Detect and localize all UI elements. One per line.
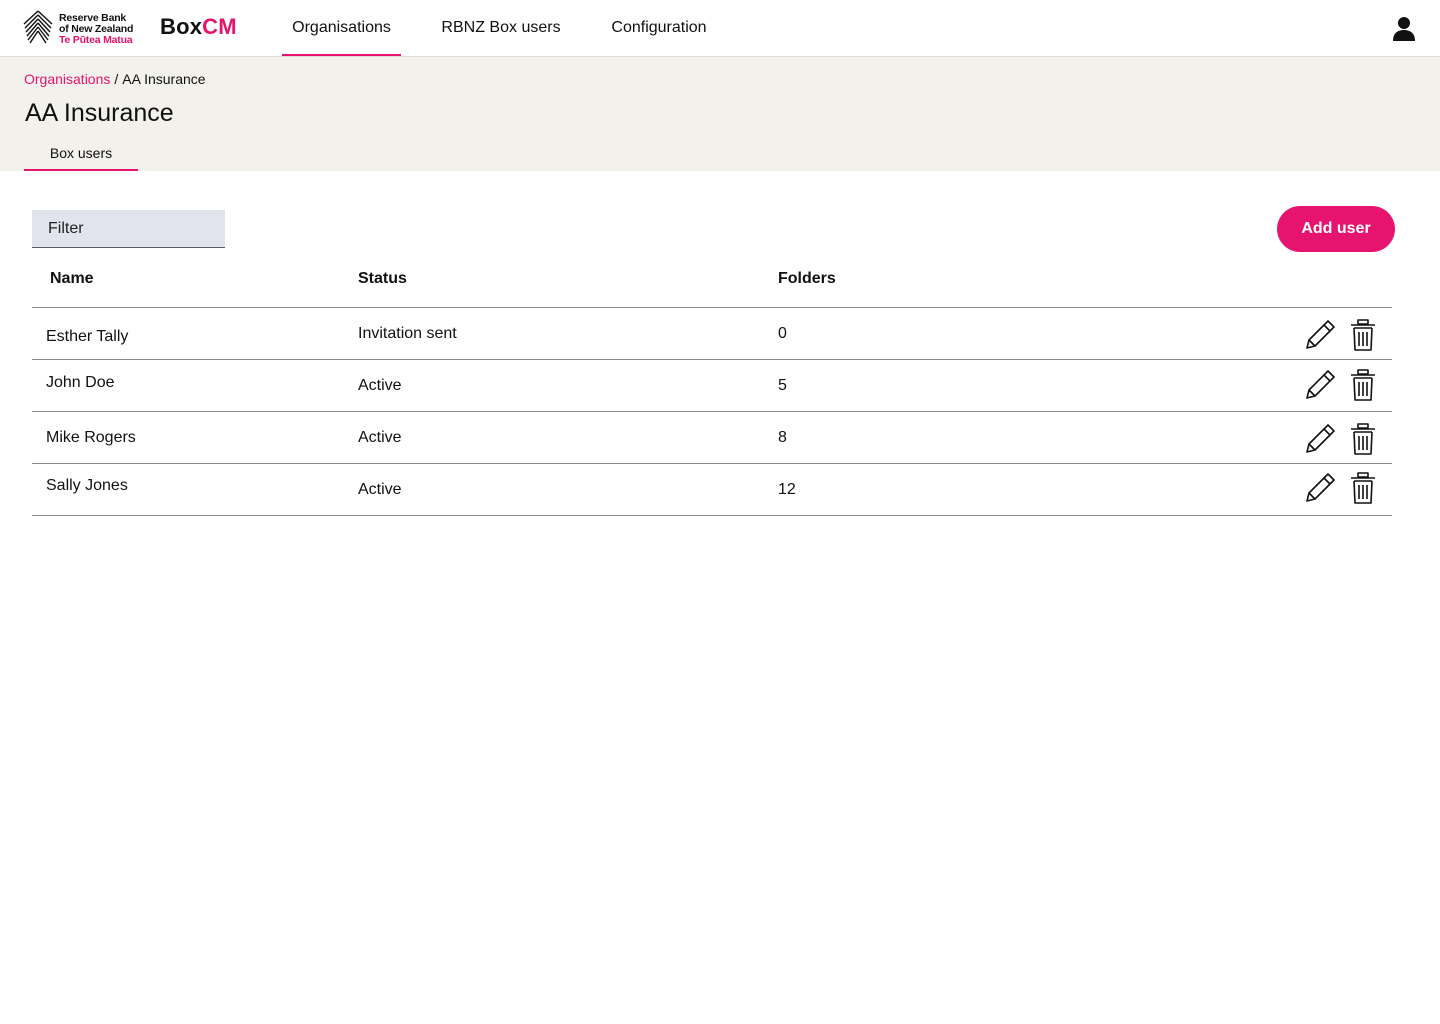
breadcrumb: Organisations / AA Insurance	[24, 71, 206, 87]
tab-box-users[interactable]: Box users	[24, 139, 138, 171]
pencil-icon[interactable]	[1303, 318, 1337, 352]
nav-rbnz-box-users[interactable]: RBNZ Box users	[432, 0, 570, 56]
cell-status: Active	[358, 481, 402, 498]
brand-part-box: Box	[160, 14, 203, 39]
table-row: Sally Jones Active 12	[32, 464, 1392, 516]
cell-status: Active	[358, 429, 402, 446]
add-user-button[interactable]: Add user	[1277, 206, 1395, 252]
filter-input[interactable]	[32, 210, 225, 248]
cell-name: John Doe	[46, 374, 115, 391]
breadcrumb-link-organisations[interactable]: Organisations	[24, 71, 110, 87]
column-header-status[interactable]: Status	[358, 270, 407, 288]
cell-folders: 0	[778, 325, 787, 342]
trash-icon[interactable]	[1346, 368, 1380, 402]
pencil-icon[interactable]	[1303, 368, 1337, 402]
page-title: AA Insurance	[25, 99, 174, 127]
table-row: Esther Tally Invitation sent 0	[32, 308, 1392, 360]
rbnz-logo[interactable]: Reserve Bank of New Zealand Te Pūtea Mat…	[22, 9, 146, 47]
page-header: Organisations / AA Insurance AA Insurance …	[0, 57, 1440, 171]
trash-icon[interactable]	[1346, 471, 1380, 505]
nav-organisations[interactable]: Organisations	[282, 0, 401, 56]
table-row: John Doe Active 5	[32, 360, 1392, 412]
app-brand[interactable]: BoxCM	[160, 14, 237, 40]
cell-name: Esther Tally	[46, 328, 129, 345]
cell-folders: 12	[778, 481, 796, 498]
cell-status: Invitation sent	[358, 325, 457, 342]
cell-name: Mike Rogers	[46, 429, 136, 446]
cell-status: Active	[358, 377, 402, 394]
rbnz-logo-icon	[23, 10, 53, 44]
breadcrumb-current: AA Insurance	[122, 71, 206, 87]
brand-part-cm: CM	[202, 14, 237, 39]
cell-folders: 8	[778, 429, 787, 446]
breadcrumb-separator: /	[114, 71, 119, 87]
trash-icon[interactable]	[1346, 318, 1380, 352]
nav-configuration[interactable]: Configuration	[600, 0, 718, 56]
pencil-icon[interactable]	[1303, 422, 1337, 456]
pencil-icon[interactable]	[1303, 471, 1337, 505]
user-icon[interactable]	[1392, 16, 1416, 42]
column-header-name[interactable]: Name	[50, 270, 94, 288]
trash-icon[interactable]	[1346, 422, 1380, 456]
table-row: Mike Rogers Active 8	[32, 412, 1392, 464]
logo-text-line-3: Te Pūtea Matua	[59, 34, 133, 46]
column-header-folders[interactable]: Folders	[778, 270, 836, 288]
top-navigation-bar: Reserve Bank of New Zealand Te Pūtea Mat…	[0, 0, 1440, 57]
cell-folders: 5	[778, 377, 787, 394]
cell-name: Sally Jones	[46, 477, 128, 494]
